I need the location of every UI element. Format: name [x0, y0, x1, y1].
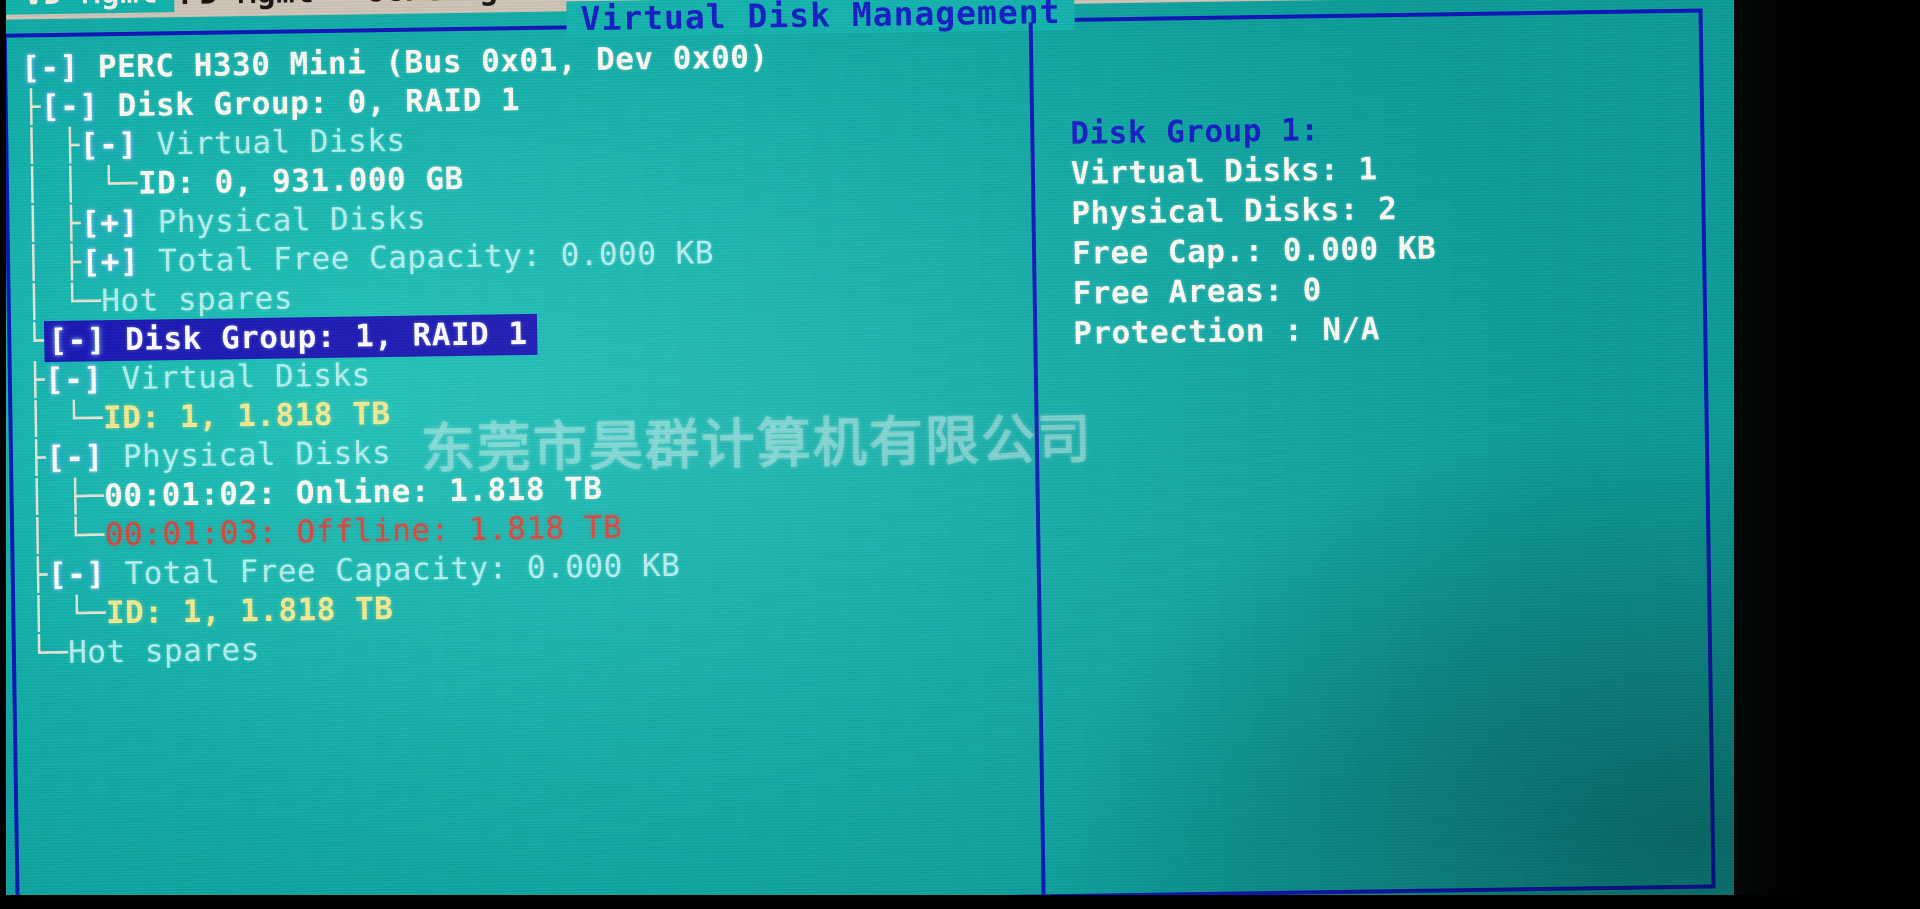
tree-guide: └─ — [29, 634, 69, 672]
tree-guide: │ └─ — [26, 400, 104, 438]
main-panel: Virtual Disk Management [-] PERC H330 Mi… — [2, 0, 1716, 909]
disk-tree[interactable]: [-] PERC H330 Mini (Bus 0x01, Dev 0x00) ├… — [21, 35, 1030, 674]
tree-row-label: Virtual Disks — [121, 357, 372, 397]
tree-guide: ├ — [26, 440, 47, 477]
tree-row-label: 00:01:03: Offline: 1.818 TB — [104, 509, 623, 554]
menu-item-ctrl-mgmt[interactable]: Ctrl Mgmt — [364, 0, 537, 9]
monitor-bezel-bottom — [0, 895, 1920, 909]
tree-row-label: ID: 0, 931.000 GB — [137, 160, 464, 202]
tree-row-label: Total Free Capacity: 0.000 KB — [158, 235, 715, 280]
collapse-toggle-icon[interactable]: [-] — [80, 127, 138, 164]
tree-row-label: Disk Group: 0, RAID 1 — [117, 82, 521, 125]
tree-row-label: Hot spares — [101, 280, 294, 320]
tree-guide: ├ — [21, 89, 42, 126]
tree-row-label: Virtual Disks — [156, 122, 406, 163]
tree-row-label: Total Free Capacity: 0.000 KB — [124, 547, 681, 592]
tree-guide: ├ — [28, 557, 49, 594]
tree-guide: │ │ └─ — [22, 165, 139, 204]
collapse-toggle-icon[interactable]: [-] — [48, 556, 106, 593]
tree-row-label: Physical Disks — [157, 200, 427, 241]
tree-row-label: ID: 1, 1.818 TB — [105, 590, 394, 632]
tree-row-label: Disk Group: 1, RAID 1 — [124, 315, 528, 358]
tree-guide: │ ├ — [23, 205, 82, 243]
tree-guide: ├ — [25, 362, 46, 399]
tree-row-label: 00:01:02: Online: 1.818 TB — [103, 470, 603, 515]
disk-group-info-panel: Disk Group 1: Virtual Disks: 1 Physical … — [1070, 105, 1673, 354]
expand-toggle-icon[interactable]: [+] — [81, 244, 139, 281]
tree-row-label: Physical Disks — [122, 435, 392, 475]
menu-item-vd-mgmt[interactable]: VD Mgmt — [3, 0, 175, 15]
tree-row-label: ID: 1, 1.818 TB — [102, 396, 391, 437]
tree-guide: │ ├─ — [27, 478, 105, 516]
menu-item-pd-mgmt[interactable]: PD Mgmt — [180, 0, 315, 12]
collapse-toggle-icon[interactable]: [-] — [48, 322, 106, 359]
bios-screen: VD Mgmt PD Mgmt Ctrl Mgmt Properties Vir… — [0, 0, 1759, 909]
tree-guide: │ └─ — [27, 517, 106, 555]
monitor-bezel-right — [1734, 0, 1920, 909]
monitor-bezel-left — [0, 0, 6, 909]
collapse-toggle-icon[interactable]: [-] — [46, 439, 104, 476]
crt-photo-frame: VD Mgmt PD Mgmt Ctrl Mgmt Properties Vir… — [0, 0, 1920, 909]
tree-guide: │ └─ — [29, 595, 107, 633]
collapse-toggle-icon[interactable]: [-] — [45, 361, 103, 398]
collapse-toggle-icon[interactable]: [-] — [21, 50, 79, 87]
page-title: Virtual Disk Management — [566, 0, 1075, 38]
tree-row-label: Hot spares — [67, 631, 261, 671]
tree-guide: └ — [25, 323, 45, 360]
tree-guide: │ └─ — [24, 283, 102, 321]
tree-guide: │ ├ — [22, 127, 81, 165]
panel-divider — [1028, 22, 1046, 895]
collapse-toggle-icon[interactable]: [-] — [41, 88, 99, 125]
info-protection: Protection : N/A — [1073, 311, 1381, 352]
expand-toggle-icon[interactable]: [+] — [81, 205, 139, 242]
tree-guide: │ ├ — [23, 244, 82, 282]
